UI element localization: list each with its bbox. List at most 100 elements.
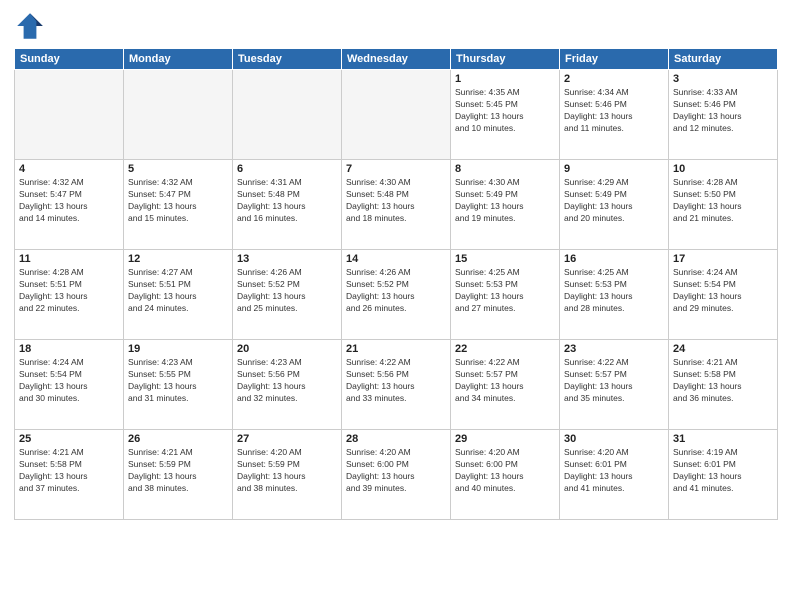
day-number: 17: [673, 253, 773, 265]
header: [14, 10, 778, 42]
calendar-cell: [342, 70, 451, 160]
day-number: 3: [673, 73, 773, 85]
day-info: Sunrise: 4:20 AM Sunset: 6:00 PM Dayligh…: [455, 447, 555, 495]
calendar-cell: 4 Sunrise: 4:32 AM Sunset: 5:47 PM Daylig…: [15, 160, 124, 250]
weekday-header-monday: Monday: [124, 49, 233, 70]
day-info: Sunrise: 4:23 AM Sunset: 5:55 PM Dayligh…: [128, 357, 228, 405]
day-info: Sunrise: 4:26 AM Sunset: 5:52 PM Dayligh…: [237, 267, 337, 315]
day-info: Sunrise: 4:25 AM Sunset: 5:53 PM Dayligh…: [564, 267, 664, 315]
day-number: 2: [564, 73, 664, 85]
calendar-cell: 27 Sunrise: 4:20 AM Sunset: 5:59 PM Dayli…: [233, 430, 342, 520]
day-number: 5: [128, 163, 228, 175]
day-info: Sunrise: 4:21 AM Sunset: 5:58 PM Dayligh…: [673, 357, 773, 405]
day-info: Sunrise: 4:30 AM Sunset: 5:48 PM Dayligh…: [346, 177, 446, 225]
day-info: Sunrise: 4:22 AM Sunset: 5:57 PM Dayligh…: [455, 357, 555, 405]
calendar-cell: 25 Sunrise: 4:21 AM Sunset: 5:58 PM Dayli…: [15, 430, 124, 520]
day-info: Sunrise: 4:20 AM Sunset: 5:59 PM Dayligh…: [237, 447, 337, 495]
calendar-cell: 18 Sunrise: 4:24 AM Sunset: 5:54 PM Dayli…: [15, 340, 124, 430]
calendar-cell: 19 Sunrise: 4:23 AM Sunset: 5:55 PM Dayli…: [124, 340, 233, 430]
calendar-cell: 23 Sunrise: 4:22 AM Sunset: 5:57 PM Dayli…: [560, 340, 669, 430]
calendar-cell: 31 Sunrise: 4:19 AM Sunset: 6:01 PM Dayli…: [669, 430, 778, 520]
day-number: 31: [673, 433, 773, 445]
weekday-header-saturday: Saturday: [669, 49, 778, 70]
day-number: 4: [19, 163, 119, 175]
day-number: 26: [128, 433, 228, 445]
calendar-cell: 15 Sunrise: 4:25 AM Sunset: 5:53 PM Dayli…: [451, 250, 560, 340]
day-info: Sunrise: 4:33 AM Sunset: 5:46 PM Dayligh…: [673, 87, 773, 135]
day-number: 28: [346, 433, 446, 445]
calendar-cell: 21 Sunrise: 4:22 AM Sunset: 5:56 PM Dayli…: [342, 340, 451, 430]
calendar-cell: 28 Sunrise: 4:20 AM Sunset: 6:00 PM Dayli…: [342, 430, 451, 520]
day-number: 1: [455, 73, 555, 85]
day-number: 20: [237, 343, 337, 355]
day-info: Sunrise: 4:28 AM Sunset: 5:51 PM Dayligh…: [19, 267, 119, 315]
day-number: 22: [455, 343, 555, 355]
day-number: 23: [564, 343, 664, 355]
calendar-cell: [124, 70, 233, 160]
day-number: 14: [346, 253, 446, 265]
calendar-cell: 9 Sunrise: 4:29 AM Sunset: 5:49 PM Daylig…: [560, 160, 669, 250]
weekday-header-sunday: Sunday: [15, 49, 124, 70]
day-number: 24: [673, 343, 773, 355]
day-number: 30: [564, 433, 664, 445]
day-number: 19: [128, 343, 228, 355]
calendar-cell: 7 Sunrise: 4:30 AM Sunset: 5:48 PM Daylig…: [342, 160, 451, 250]
calendar-cell: 24 Sunrise: 4:21 AM Sunset: 5:58 PM Dayli…: [669, 340, 778, 430]
day-number: 21: [346, 343, 446, 355]
day-info: Sunrise: 4:22 AM Sunset: 5:56 PM Dayligh…: [346, 357, 446, 405]
day-number: 13: [237, 253, 337, 265]
day-info: Sunrise: 4:34 AM Sunset: 5:46 PM Dayligh…: [564, 87, 664, 135]
day-number: 27: [237, 433, 337, 445]
day-number: 15: [455, 253, 555, 265]
day-number: 8: [455, 163, 555, 175]
calendar-cell: 5 Sunrise: 4:32 AM Sunset: 5:47 PM Daylig…: [124, 160, 233, 250]
day-number: 10: [673, 163, 773, 175]
day-info: Sunrise: 4:20 AM Sunset: 6:00 PM Dayligh…: [346, 447, 446, 495]
day-info: Sunrise: 4:27 AM Sunset: 5:51 PM Dayligh…: [128, 267, 228, 315]
page: SundayMondayTuesdayWednesdayThursdayFrid…: [0, 0, 792, 612]
weekday-header-friday: Friday: [560, 49, 669, 70]
day-info: Sunrise: 4:29 AM Sunset: 5:49 PM Dayligh…: [564, 177, 664, 225]
day-info: Sunrise: 4:21 AM Sunset: 5:59 PM Dayligh…: [128, 447, 228, 495]
day-number: 7: [346, 163, 446, 175]
calendar-cell: 17 Sunrise: 4:24 AM Sunset: 5:54 PM Dayli…: [669, 250, 778, 340]
day-info: Sunrise: 4:30 AM Sunset: 5:49 PM Dayligh…: [455, 177, 555, 225]
day-info: Sunrise: 4:24 AM Sunset: 5:54 PM Dayligh…: [673, 267, 773, 315]
calendar-cell: 26 Sunrise: 4:21 AM Sunset: 5:59 PM Dayli…: [124, 430, 233, 520]
day-number: 18: [19, 343, 119, 355]
weekday-header-tuesday: Tuesday: [233, 49, 342, 70]
day-info: Sunrise: 4:25 AM Sunset: 5:53 PM Dayligh…: [455, 267, 555, 315]
day-info: Sunrise: 4:26 AM Sunset: 5:52 PM Dayligh…: [346, 267, 446, 315]
day-info: Sunrise: 4:22 AM Sunset: 5:57 PM Dayligh…: [564, 357, 664, 405]
week-row-5: 25 Sunrise: 4:21 AM Sunset: 5:58 PM Dayli…: [15, 430, 778, 520]
calendar-cell: 10 Sunrise: 4:28 AM Sunset: 5:50 PM Dayli…: [669, 160, 778, 250]
calendar-cell: 11Sunrise: 4:28 AM Sunset: 5:51 PM Dayli…: [15, 250, 124, 340]
weekday-header-wednesday: Wednesday: [342, 49, 451, 70]
day-number: 6: [237, 163, 337, 175]
day-info: Sunrise: 4:32 AM Sunset: 5:47 PM Dayligh…: [128, 177, 228, 225]
day-info: Sunrise: 4:24 AM Sunset: 5:54 PM Dayligh…: [19, 357, 119, 405]
day-number: 29: [455, 433, 555, 445]
calendar-cell: 30 Sunrise: 4:20 AM Sunset: 6:01 PM Dayli…: [560, 430, 669, 520]
day-info: Sunrise: 4:19 AM Sunset: 6:01 PM Dayligh…: [673, 447, 773, 495]
calendar-cell: [15, 70, 124, 160]
day-number: 9: [564, 163, 664, 175]
day-info: Sunrise: 4:20 AM Sunset: 6:01 PM Dayligh…: [564, 447, 664, 495]
day-info: Sunrise: 4:28 AM Sunset: 5:50 PM Dayligh…: [673, 177, 773, 225]
day-info: Sunrise: 4:31 AM Sunset: 5:48 PM Dayligh…: [237, 177, 337, 225]
week-row-4: 18 Sunrise: 4:24 AM Sunset: 5:54 PM Dayli…: [15, 340, 778, 430]
calendar-cell: 29 Sunrise: 4:20 AM Sunset: 6:00 PM Dayli…: [451, 430, 560, 520]
calendar-cell: 12Sunrise: 4:27 AM Sunset: 5:51 PM Dayli…: [124, 250, 233, 340]
calendar-cell: 2 Sunrise: 4:34 AM Sunset: 5:46 PM Daylig…: [560, 70, 669, 160]
calendar-cell: 14 Sunrise: 4:26 AM Sunset: 5:52 PM Dayli…: [342, 250, 451, 340]
week-row-2: 4 Sunrise: 4:32 AM Sunset: 5:47 PM Daylig…: [15, 160, 778, 250]
calendar-cell: 16Sunrise: 4:25 AM Sunset: 5:53 PM Dayli…: [560, 250, 669, 340]
day-info: Sunrise: 4:21 AM Sunset: 5:58 PM Dayligh…: [19, 447, 119, 495]
day-info: Sunrise: 4:23 AM Sunset: 5:56 PM Dayligh…: [237, 357, 337, 405]
day-info: Sunrise: 4:32 AM Sunset: 5:47 PM Dayligh…: [19, 177, 119, 225]
day-number: 25: [19, 433, 119, 445]
calendar-cell: 3 Sunrise: 4:33 AM Sunset: 5:46 PM Daylig…: [669, 70, 778, 160]
calendar-table: SundayMondayTuesdayWednesdayThursdayFrid…: [14, 48, 778, 520]
calendar-cell: 20 Sunrise: 4:23 AM Sunset: 5:56 PM Dayli…: [233, 340, 342, 430]
calendar-cell: [233, 70, 342, 160]
